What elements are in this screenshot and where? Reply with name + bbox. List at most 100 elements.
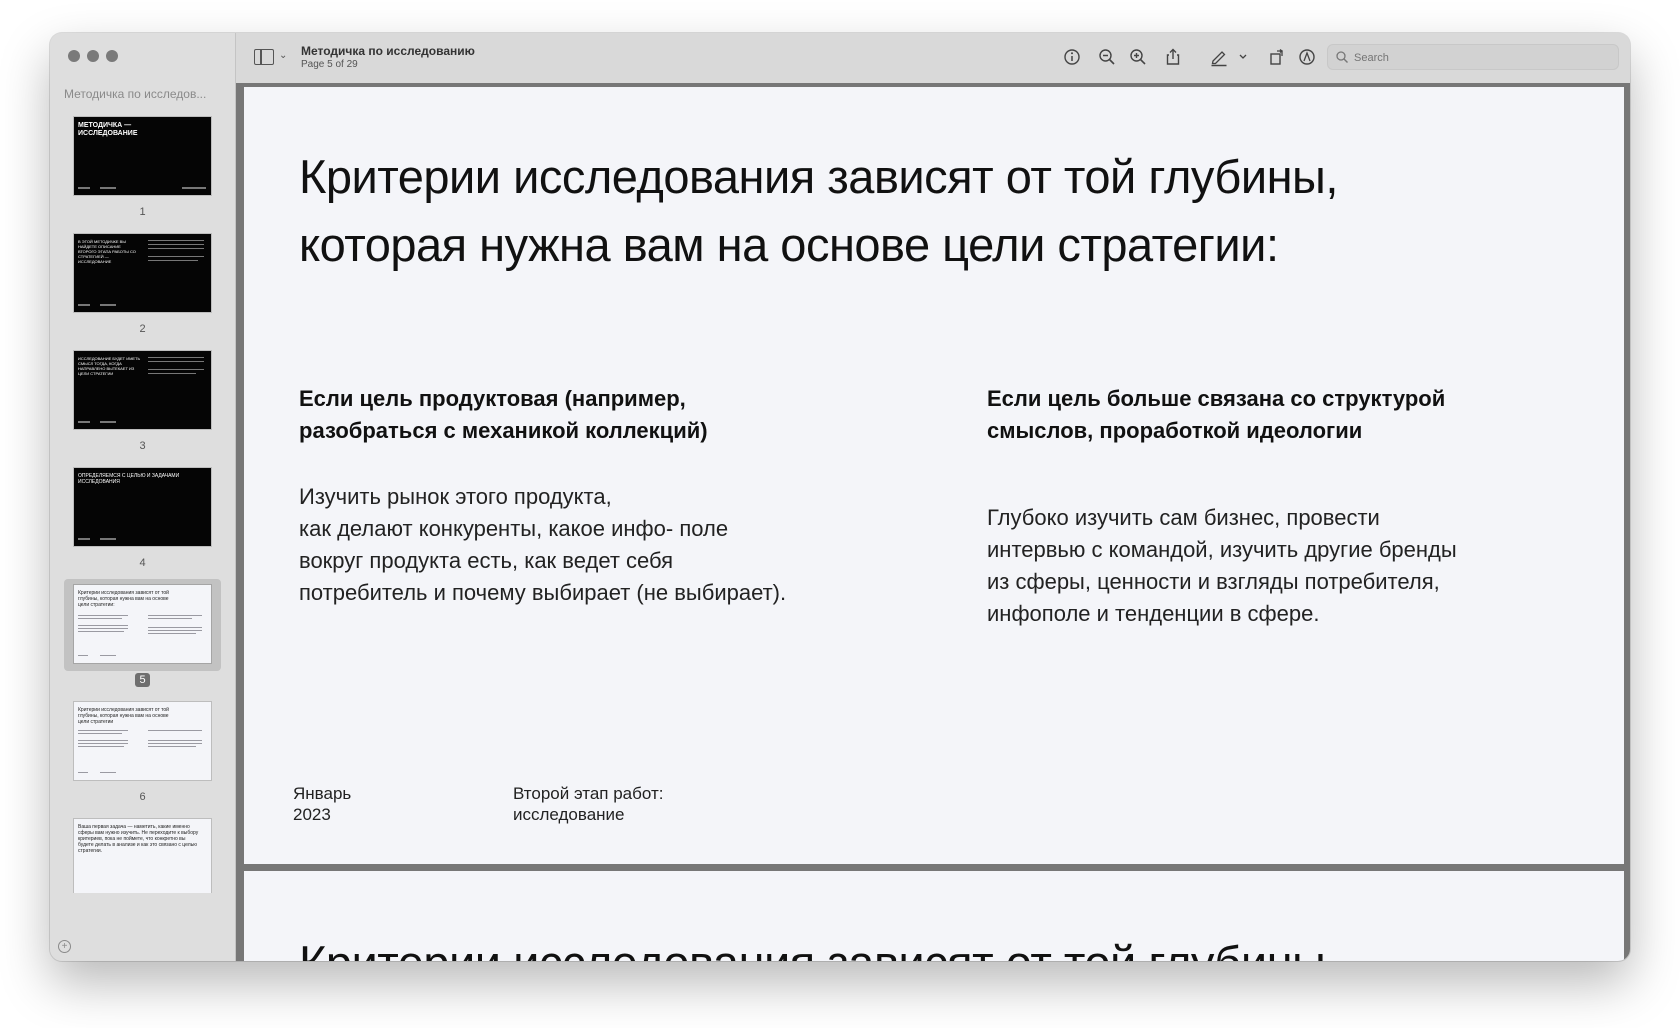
body-line: потребитель и почему выбирает (не выбира…: [299, 580, 787, 605]
thumbnail-line: [78, 730, 128, 731]
search-input[interactable]: [1352, 48, 1606, 67]
thumbnail-text: Ваша первая задача — наметить, какие име…: [78, 824, 199, 854]
thumbnail-line: [78, 733, 122, 734]
chevron-down-icon[interactable]: [1237, 47, 1249, 67]
toolbar: ⌄ Методичка по исследованию Page 5 of 29: [236, 33, 1630, 83]
preview-window: Методичка по исследов... МЕТОДИЧКА — ИСС…: [50, 33, 1630, 961]
thumbnail-line: [148, 256, 204, 257]
thumbnail-page-number: 1: [139, 206, 146, 218]
right-subheading: Если цель больше связана со структурой с…: [987, 383, 1587, 447]
sidebar-toggle-icon[interactable]: [254, 49, 274, 65]
thumbnail-image: ОПРЕДЕЛЯЕМСЯ С ЦЕЛЬЮ И ЗАДАЧАМИ ИССЛЕДОВ…: [74, 468, 211, 546]
share-icon[interactable]: [1163, 47, 1183, 67]
zoom-button[interactable]: [106, 50, 118, 62]
thumbnail-page-number: 6: [139, 791, 146, 803]
thumbnail-line: [148, 746, 196, 747]
footer-line: Январь: [293, 784, 352, 803]
footer-stage: Второй этап работ: исследование: [513, 783, 663, 825]
search-field[interactable]: [1327, 44, 1619, 70]
slide-heading: Критерии исследования зависят от той глу…: [299, 929, 1549, 961]
footer-line: Второй этап работ:: [513, 784, 664, 803]
thumbnail-page-6[interactable]: Критерии исследования зависят от той глу…: [64, 696, 221, 788]
subheading-line: Если цель больше связана со структурой: [987, 386, 1446, 411]
thumbnail-line: [148, 369, 204, 370]
body-line: Изучить рынок этого продукта,: [299, 484, 612, 509]
thumbnail-line: [78, 655, 88, 656]
thumbnail-line: [78, 187, 90, 189]
zoom-in-icon[interactable]: [1128, 47, 1148, 67]
thumbnail-page-number: 2: [139, 323, 146, 335]
thumbnail-image: ИССЛЕДОВАНИЕ БУДЕТ ИМЕТЬ СМЫСЛ ТОГДА, КО…: [74, 351, 211, 429]
thumbnail-image: Критерии исследования зависят от той глу…: [74, 702, 211, 780]
body-line: интервью с командой, изучить другие брен…: [987, 537, 1457, 562]
thumbnail-page-number: 5: [50, 673, 235, 687]
thumbnail-line: [78, 615, 128, 616]
thumbnail-line: [78, 746, 124, 747]
thumbnail-line: [148, 615, 202, 616]
thumbnail-page-number: 4: [139, 557, 146, 569]
slide-page-6: Критерии исследования зависят от той глу…: [244, 871, 1624, 961]
thumbnail-line: [78, 421, 90, 423]
body-line: из сферы, ценности и взгляды потребителя…: [987, 569, 1440, 594]
thumbnail-line: [78, 743, 128, 744]
body-line: инфополе и тенденции в сфере.: [987, 601, 1320, 626]
add-page-icon[interactable]: +: [58, 940, 71, 953]
subheading-line: Если цель продуктовая (например,: [299, 386, 686, 411]
body-line: вокруг продукта есть, как ведет себя: [299, 548, 674, 573]
thumbnail-line: [78, 538, 90, 540]
thumbnail-line: [100, 772, 116, 773]
heading-line: которая нужна вам на основе цели стратег…: [299, 218, 1279, 271]
subheading-line: смыслов, проработкой идеологии: [987, 418, 1363, 443]
document-view[interactable]: Критерии исследования зависят от той глу…: [236, 83, 1630, 961]
thumbnail-page-2[interactable]: В ЭТОЙ МЕТОДИЧКЕ ВЫ НАЙДЕТЕ ОПИСАНИЕ ВТО…: [64, 228, 221, 320]
minimize-button[interactable]: [87, 50, 99, 62]
thumbnail-line: [100, 304, 116, 306]
left-body-text: Изучить рынок этого продукта, как делают…: [299, 481, 919, 609]
thumbnail-line: [148, 248, 204, 249]
body-line: как делают конкуренты, какое инфо- поле: [299, 516, 729, 541]
page-indicator: Page 5 of 29: [301, 59, 358, 70]
thumbnail-line: [148, 627, 202, 628]
thumbnail-page-4[interactable]: ОПРЕДЕЛЯЕМСЯ С ЦЕЛЬЮ И ЗАДАЧАМИ ИССЛЕДОВ…: [64, 462, 221, 554]
rotate-icon[interactable]: [1267, 47, 1287, 67]
zoom-out-icon[interactable]: [1097, 47, 1117, 67]
thumbnail-text: В ЭТОЙ МЕТОДИЧКЕ ВЫ НАЙДЕТЕ ОПИСАНИЕ ВТО…: [78, 239, 136, 264]
thumbnail-line: [182, 187, 206, 189]
thumbnail-line: [148, 743, 202, 744]
thumbnail-text: Критерии исследования зависят от той глу…: [78, 707, 169, 725]
thumbnail-line: [148, 361, 204, 362]
slide-heading: Критерии исследования зависят от той глу…: [299, 143, 1549, 279]
thumbnail-line: [148, 373, 196, 374]
thumbnail-line: [78, 740, 128, 741]
footer-line: 2023: [293, 805, 331, 824]
thumbnail-page-3[interactable]: ИССЛЕДОВАНИЕ БУДЕТ ИМЕТЬ СМЫСЛ ТОГДА, КО…: [64, 345, 221, 437]
left-subheading: Если цель продуктовая (например, разобра…: [299, 383, 859, 447]
thumbnail-image: Критерии исследования зависят от той глу…: [74, 585, 211, 663]
thumbnail-line: [148, 260, 198, 261]
slide-page-5: Критерии исследования зависят от той глу…: [244, 87, 1624, 864]
thumbnail-line: [148, 740, 202, 741]
thumbnail-page-7[interactable]: Ваша первая задача — наметить, какие име…: [64, 813, 221, 893]
thumbnail-line: [78, 631, 124, 632]
thumbnail-text: Критерии исследования зависят от той глу…: [78, 590, 169, 608]
thumbnail-line: [148, 244, 204, 245]
thumbnail-line: [100, 655, 116, 656]
thumbnail-page-5[interactable]: Критерии исследования зависят от той глу…: [64, 579, 221, 671]
thumbnail-page-1[interactable]: МЕТОДИЧКА — ИССЛЕДОВАНИЕ: [64, 111, 221, 203]
subheading-line: разобраться с механикой коллекций): [299, 418, 708, 443]
markup-icon[interactable]: [1297, 47, 1317, 67]
thumbnail-line: [78, 618, 122, 619]
right-body-text: Глубоко изучить сам бизнес, провести инт…: [987, 502, 1607, 630]
sidebar: Методичка по исследов... МЕТОДИЧКА — ИСС…: [50, 33, 236, 961]
highlight-pen-icon[interactable]: [1209, 47, 1229, 67]
thumbnail-line: [148, 618, 192, 619]
chevron-down-icon[interactable]: ⌄: [279, 50, 287, 61]
body-line: Глубоко изучить сам бизнес, провести: [987, 505, 1380, 530]
close-button[interactable]: [68, 50, 80, 62]
thumbnail-image: МЕТОДИЧКА — ИССЛЕДОВАНИЕ: [74, 117, 211, 195]
thumbnail-page-number: 3: [139, 440, 146, 452]
thumbnail-image: Ваша первая задача — наметить, какие име…: [74, 819, 211, 893]
info-icon[interactable]: [1062, 47, 1082, 67]
thumbnail-line: [100, 538, 116, 540]
thumbnail-line: [78, 772, 88, 773]
